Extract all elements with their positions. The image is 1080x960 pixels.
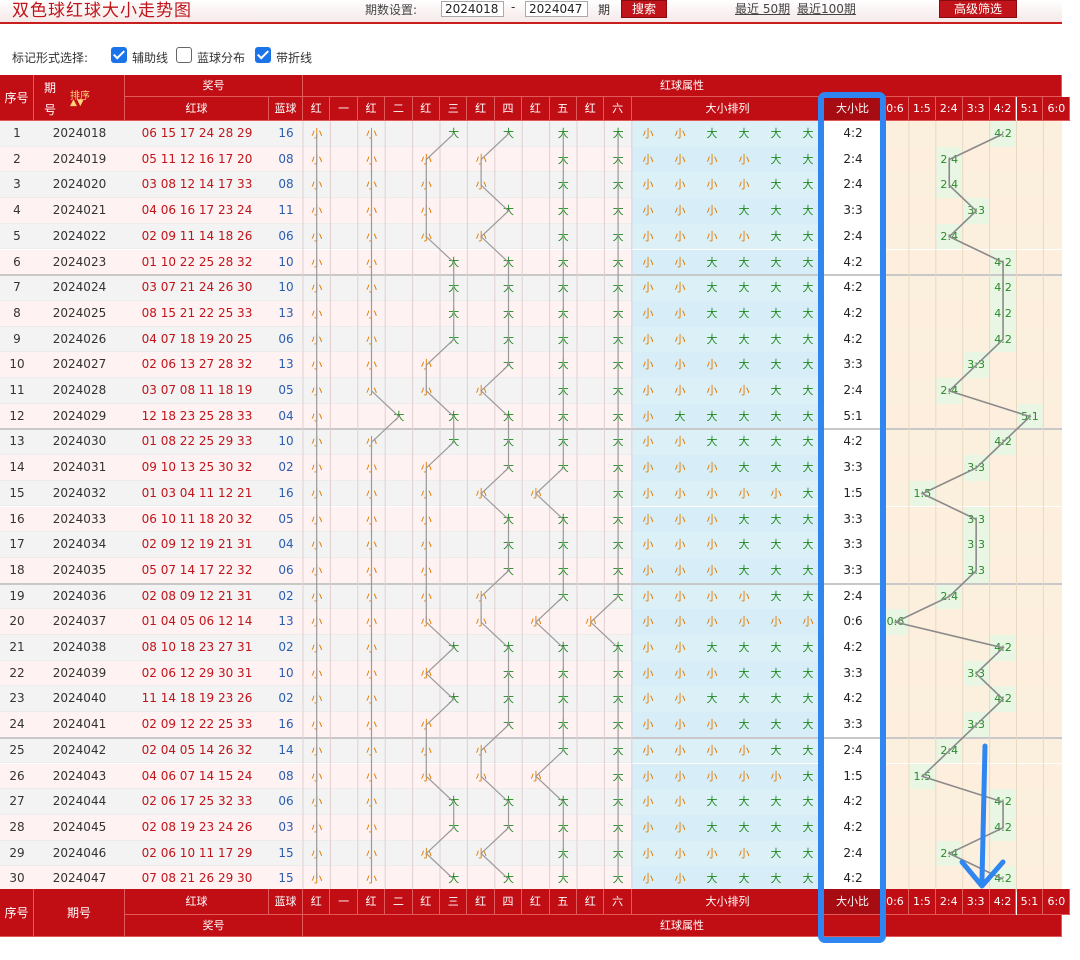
footer-pos-5: 红 [412, 889, 440, 915]
footer-pos-12: 六 [604, 889, 632, 915]
footer-ratio-col-5: 5:1 [1016, 889, 1044, 915]
footer-pos-11: 红 [577, 889, 605, 915]
footer-pos-2: 一 [330, 889, 358, 915]
footer-pos-8: 四 [494, 889, 523, 915]
footer-prize: 奖号 [125, 915, 303, 937]
footer-ratio-col-1: 1:5 [908, 889, 936, 915]
footer-bs-arrange: 大小排列 [632, 889, 824, 915]
footer-red-attr: 红球属性 [303, 915, 1062, 937]
footer-pos-7: 红 [467, 889, 495, 915]
footer-blue: 蓝球 [269, 889, 303, 915]
footer-pos-1: 红 [303, 889, 331, 915]
footer-pos-10: 五 [549, 889, 577, 915]
footer-ratio-col-6: 6:0 [1043, 889, 1071, 915]
footer-ratio-col-3: 3:3 [962, 889, 990, 915]
footer-pos-9: 红 [522, 889, 550, 915]
footer-ratio-col-4: 4:2 [989, 889, 1017, 915]
footer-pos-3: 红 [357, 889, 386, 915]
footer-pos-6: 三 [440, 889, 468, 915]
trend-lines [302, 121, 1044, 892]
footer-pos-4: 二 [385, 889, 413, 915]
footer-ratio-col-0: 0:6 [882, 889, 909, 915]
footer-red: 红球 [125, 889, 269, 915]
footer-ratio: 大小比 [824, 889, 882, 915]
footer-ratio-col-2: 2:4 [935, 889, 963, 915]
footer-period: 期号 [34, 889, 125, 937]
footer-seq: 序号 [0, 889, 34, 937]
